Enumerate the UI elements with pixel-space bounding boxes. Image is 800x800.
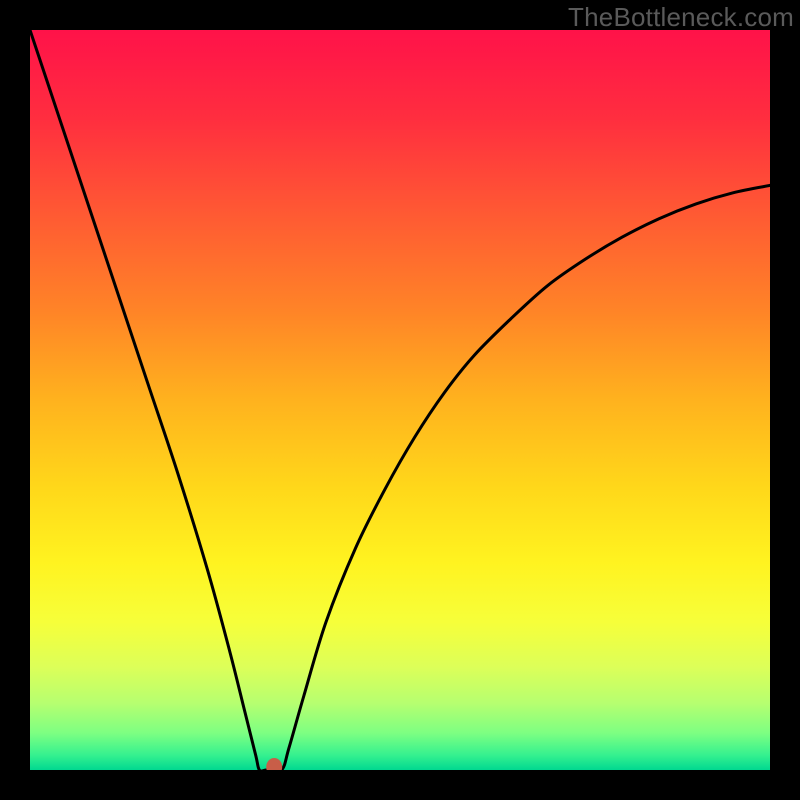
chart-frame: TheBottleneck.com — [0, 0, 800, 800]
watermark-text: TheBottleneck.com — [568, 2, 794, 33]
gradient-background — [30, 30, 770, 770]
chart-svg — [30, 30, 770, 770]
plot-area — [30, 30, 770, 770]
